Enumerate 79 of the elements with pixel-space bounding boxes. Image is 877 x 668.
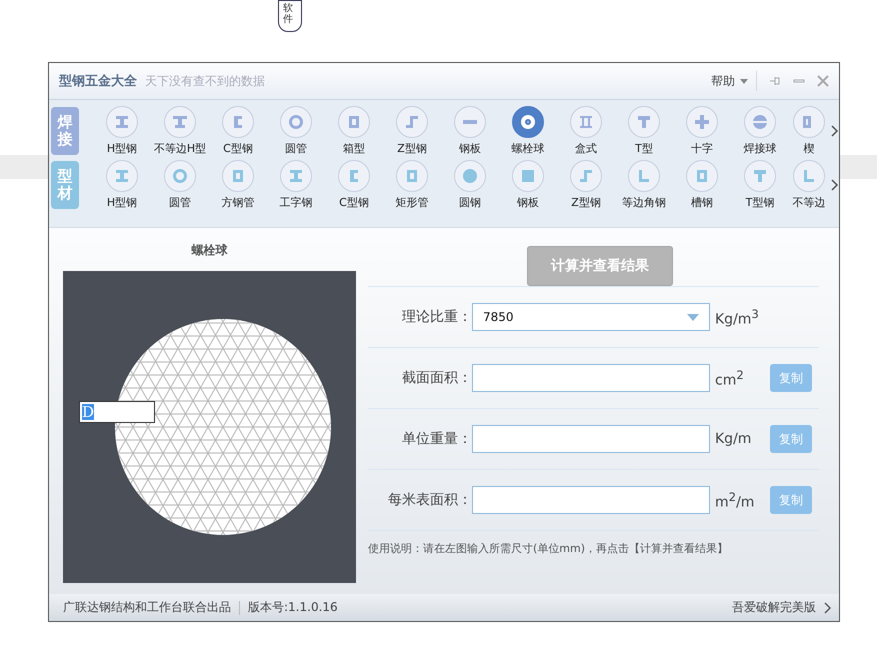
shape-item[interactable]: 盒式 xyxy=(557,106,615,156)
shape-item[interactable]: Z型钢 xyxy=(557,160,615,210)
density-select[interactable]: 7850 xyxy=(472,303,710,331)
unit-label: cm$^{2}$ xyxy=(715,368,745,388)
z-section-icon xyxy=(396,106,428,138)
disc-icon xyxy=(512,106,544,138)
square-tube-icon xyxy=(686,160,718,192)
stamp-label: 软件 xyxy=(278,0,302,32)
unit-label: m$^{2}$/m xyxy=(715,490,756,510)
plate-icon xyxy=(454,106,486,138)
shape-item[interactable]: 方钢管 xyxy=(209,160,267,210)
window-title: 型钢五金大全 xyxy=(59,73,137,90)
i-beam-icon xyxy=(164,106,196,138)
chevron-right-icon[interactable] xyxy=(831,125,839,137)
dropdown-caret-icon[interactable] xyxy=(687,314,699,320)
shape-item[interactable]: T型钢 xyxy=(731,160,789,210)
channel-icon xyxy=(222,106,254,138)
field-label: 单位重量： xyxy=(401,430,472,448)
channel-icon xyxy=(338,160,370,192)
unit-label: Kg/m xyxy=(715,431,752,447)
edition-link[interactable]: 吾爱破解完美版 xyxy=(732,599,816,616)
shape-item[interactable]: 槽钢 xyxy=(673,160,731,210)
unit-label: Kg/m$^{3}$ xyxy=(715,306,760,328)
help-menu[interactable]: 帮助 xyxy=(711,72,748,90)
t-section-icon xyxy=(744,160,776,192)
shape-item[interactable]: 矩形管 xyxy=(383,160,441,210)
angle-icon xyxy=(628,160,660,192)
i-beam-icon xyxy=(106,106,138,138)
shape-title: 螺栓球 xyxy=(190,242,228,259)
shape-item[interactable]: T型 xyxy=(615,106,673,156)
chevron-right-icon[interactable] xyxy=(824,602,831,614)
shape-item[interactable]: C型钢 xyxy=(209,106,267,156)
ring-icon xyxy=(280,106,312,138)
shape-item[interactable]: 十字 xyxy=(673,106,731,156)
square-tube-icon xyxy=(338,106,370,138)
version-text: 版本号:1.1.0.16 xyxy=(248,599,338,616)
t-section-icon xyxy=(628,106,660,138)
result-field[interactable] xyxy=(472,364,710,392)
shape-item[interactable]: 楔 xyxy=(789,106,829,156)
window-subtitle: 天下没有查不到的数据 xyxy=(145,72,265,90)
usage-note: 使用说明：请在左图输入所需尺寸(单位mm)，再点击【计算并查看结果】 xyxy=(368,541,730,556)
shape-item[interactable]: C型钢 xyxy=(325,160,383,210)
shape-item[interactable]: 螺栓球 xyxy=(499,106,557,156)
shape-item[interactable]: 不等边H型 xyxy=(151,106,209,156)
shape-item[interactable]: 焊接球 xyxy=(731,106,789,156)
i-beam-icon xyxy=(280,160,312,192)
shape-item[interactable]: 工字钢 xyxy=(267,160,325,210)
girder-icon xyxy=(570,106,602,138)
shape-item[interactable]: 钢板 xyxy=(441,106,499,156)
square-tube-icon xyxy=(396,160,428,192)
ball-icon xyxy=(744,106,776,138)
shape-item[interactable]: 箱型 xyxy=(325,106,383,156)
field-label: 理论比重： xyxy=(401,308,472,326)
field-label: 每米表面积： xyxy=(387,491,472,509)
shape-item[interactable]: 圆管 xyxy=(151,160,209,210)
circle-icon xyxy=(454,160,486,192)
angle-icon xyxy=(793,160,825,192)
field-label: 截面面积： xyxy=(401,369,472,387)
shape-item[interactable]: 钢板 xyxy=(499,160,557,210)
z-section-icon xyxy=(570,160,602,192)
pin-icon[interactable] xyxy=(769,75,781,87)
shape-item[interactable]: H型钢 xyxy=(93,106,151,156)
close-icon[interactable] xyxy=(817,75,829,87)
shape-item[interactable]: 等边角钢 xyxy=(615,160,673,210)
section-icon xyxy=(793,106,825,138)
result-field[interactable] xyxy=(472,486,710,514)
i-beam-icon xyxy=(106,160,138,192)
shape-item[interactable]: 圆钢 xyxy=(441,160,499,210)
credit-text: 广联达钢结构和工作台联合出品 xyxy=(63,599,231,616)
shape-item[interactable]: H型钢 xyxy=(93,160,151,210)
square-tube-icon xyxy=(222,160,254,192)
shape-item[interactable]: Z型钢 xyxy=(383,106,441,156)
cross-icon xyxy=(686,106,718,138)
result-field[interactable] xyxy=(472,425,710,453)
chevron-right-icon[interactable] xyxy=(831,179,839,191)
shape-item[interactable]: 不等边 xyxy=(789,160,829,210)
ring-icon xyxy=(164,160,196,192)
caret-icon xyxy=(740,78,748,84)
shape-item[interactable]: 圆管 xyxy=(267,106,325,156)
